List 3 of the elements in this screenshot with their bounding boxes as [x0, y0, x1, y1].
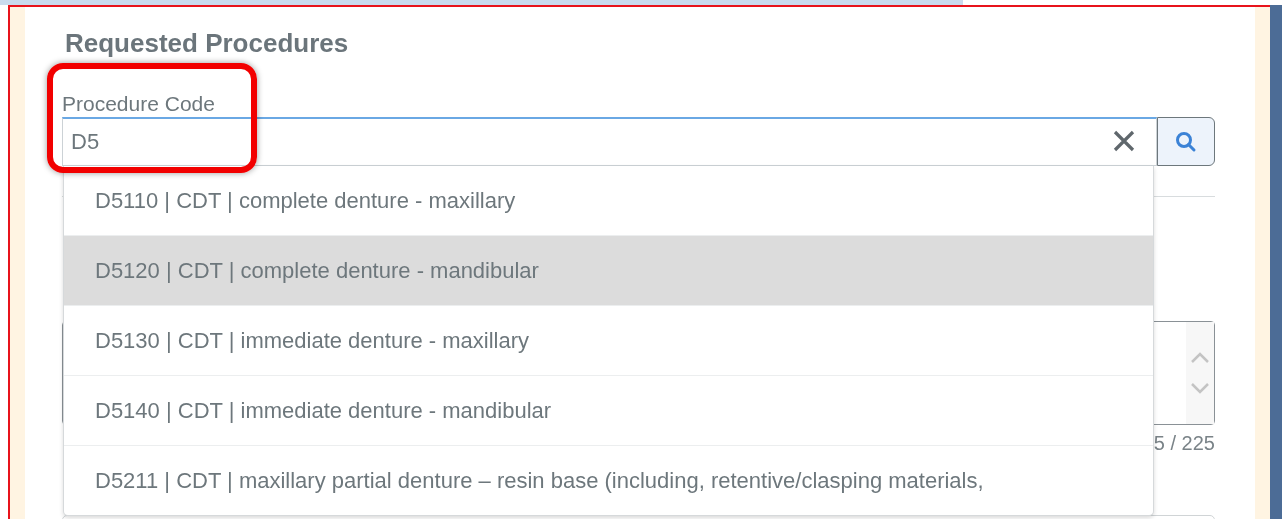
section-title: Requested Procedures: [65, 27, 350, 60]
field-label: Procedure Code: [62, 91, 215, 117]
character-counter: 5 / 225: [1153, 432, 1215, 456]
